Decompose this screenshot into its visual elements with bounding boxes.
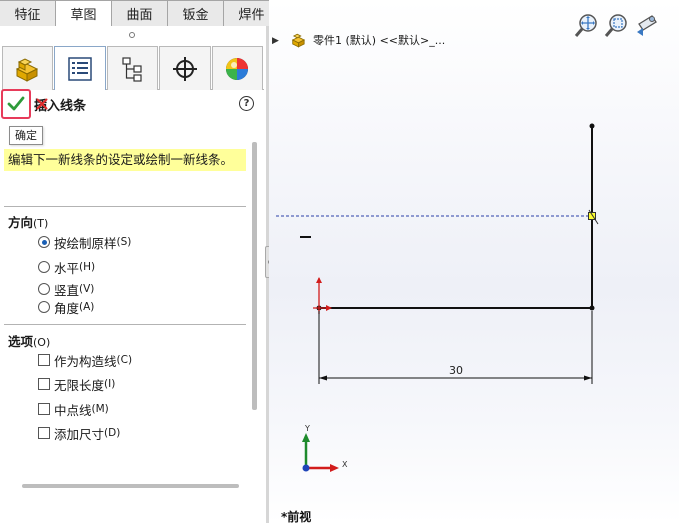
triad-arrow — [302, 433, 310, 442]
collapse-minus-icon[interactable] — [300, 236, 311, 238]
dimension-arrow — [319, 375, 327, 381]
triad-x-label: X — [342, 460, 348, 469]
origin-arrow — [316, 277, 322, 283]
endpoint[interactable] — [589, 305, 595, 311]
triad-arrow — [330, 464, 339, 472]
dimension-value[interactable]: 30 — [449, 364, 463, 377]
view-name: *前视 — [281, 510, 312, 523]
endpoint[interactable] — [589, 123, 595, 129]
triad-origin — [302, 464, 310, 472]
origin-arrow — [326, 305, 332, 311]
triad-y-label: Y — [305, 424, 310, 433]
dimension-arrow — [584, 375, 592, 381]
sketch-geometry[interactable] — [0, 0, 679, 523]
